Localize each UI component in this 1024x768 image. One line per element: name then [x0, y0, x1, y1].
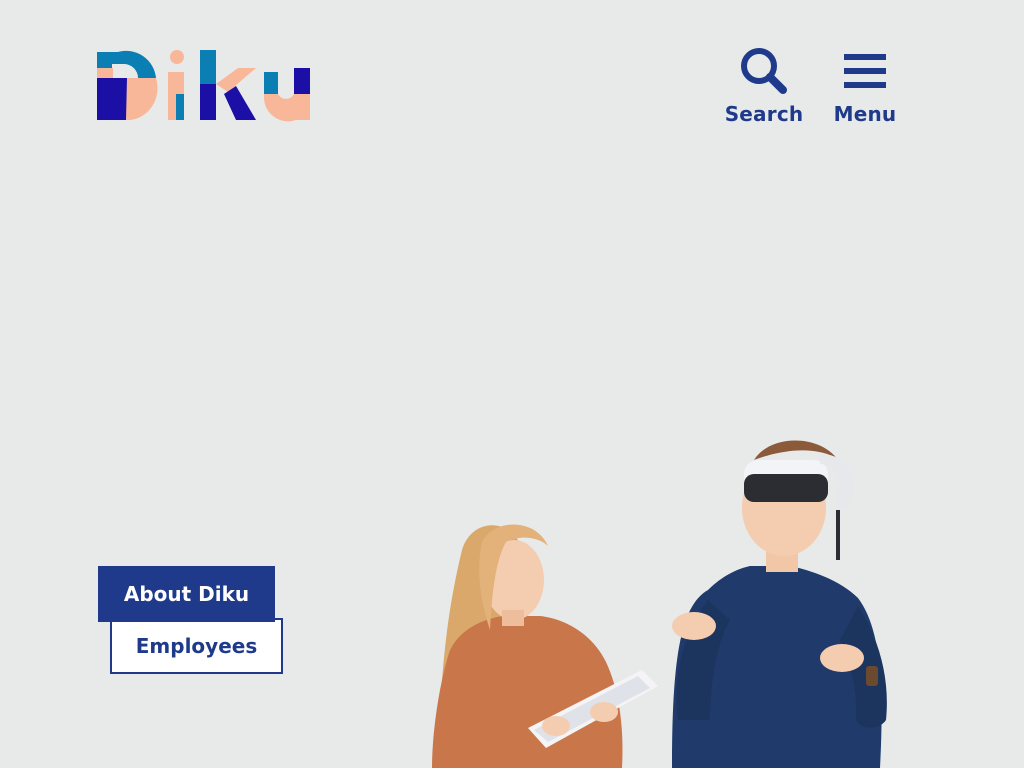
woman-figure: [432, 524, 658, 768]
search-label: Search: [724, 102, 804, 126]
page: Search Menu Employees About Diku: [0, 0, 1024, 768]
search-icon: [739, 46, 789, 96]
employees-button[interactable]: Employees: [110, 618, 283, 674]
employees-label: Employees: [135, 634, 258, 658]
search-button[interactable]: Search: [724, 46, 804, 126]
menu-button[interactable]: Menu: [832, 46, 898, 126]
man-figure: [672, 440, 887, 768]
about-diku-label: About Diku: [123, 582, 250, 606]
menu-label: Menu: [833, 102, 897, 126]
about-diku-button[interactable]: About Diku: [98, 566, 275, 622]
hero-image: [410, 430, 940, 768]
hamburger-menu-icon: [840, 46, 890, 96]
diku-logo[interactable]: [96, 46, 312, 122]
